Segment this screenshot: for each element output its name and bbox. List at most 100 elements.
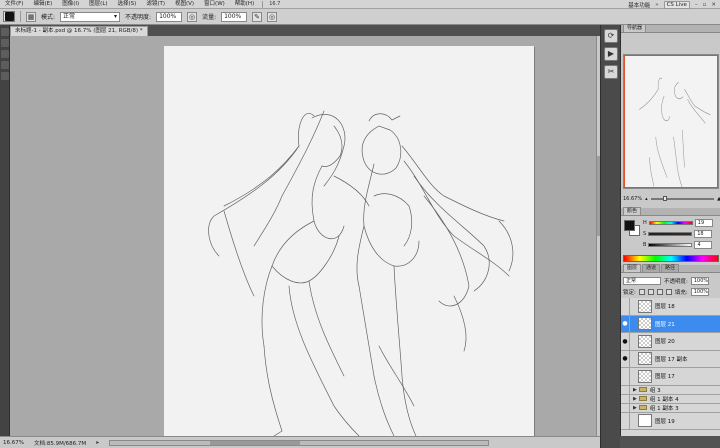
layer-opacity-field[interactable]: 100% [690, 276, 709, 285]
workspace-expand-icon[interactable]: » [655, 2, 658, 8]
marquee-tool-icon[interactable] [1, 39, 9, 47]
menu-window[interactable]: 窗口(W) [199, 0, 230, 9]
channel-h-label: H [643, 220, 647, 226]
layer-row[interactable]: ● 图层 21 [621, 315, 720, 333]
layer-row[interactable]: ● 图层 18 [621, 298, 720, 316]
menu-filter[interactable]: 滤镜(T) [141, 0, 170, 9]
layer-thumbnail[interactable] [638, 317, 652, 331]
tab-color[interactable]: 颜色 [623, 207, 642, 215]
visibility-eye-icon[interactable]: ● [621, 403, 630, 412]
tools-preset-icon[interactable]: ✂ [604, 65, 618, 79]
saturation-slider[interactable] [648, 232, 693, 236]
airbrush-icon[interactable]: ✎ [252, 11, 263, 22]
lock-all-icon[interactable] [665, 288, 672, 295]
visibility-eye-icon[interactable]: ● [621, 298, 630, 315]
lock-label: 锁定: [623, 289, 636, 296]
channel-s-value[interactable]: 18 [694, 230, 713, 238]
options-separator [20, 11, 21, 22]
brush-panel-icon[interactable]: ▦ [26, 11, 36, 22]
panel-dock: ⟳ ▶ ✂ [600, 25, 620, 448]
visibility-eye-icon[interactable]: ● [621, 394, 630, 403]
layer-thumbnail[interactable] [638, 352, 652, 366]
tab-layers[interactable]: 图层 [623, 264, 642, 272]
document-tab[interactable]: 未标题-1 - 副本.psd @ 16.7% (图层 21, RGB/8) * [10, 26, 148, 36]
layer-thumbnail[interactable] [638, 369, 652, 383]
hue-slider[interactable] [648, 221, 693, 225]
menu-view[interactable]: 视图(V) [170, 0, 199, 9]
layer-row[interactable]: ● 图层 20 [621, 333, 720, 351]
tab-channels[interactable]: 通道 [642, 264, 661, 272]
brightness-slider[interactable] [648, 243, 693, 247]
channel-b-value[interactable]: 4 [694, 241, 713, 249]
mode-select[interactable]: 正常 ▾ [60, 11, 121, 22]
zoom-out-icon[interactable]: ▴ [645, 196, 648, 202]
visibility-eye-icon[interactable]: ● [621, 385, 630, 394]
layer-group-row[interactable]: ●▶ 组 1 副本 4 [621, 394, 720, 404]
history-icon[interactable]: ⟳ [604, 29, 618, 43]
color-spectrum-bar[interactable] [623, 255, 719, 262]
zoom-slider-knob[interactable] [662, 196, 667, 201]
horizontal-scroll-thumb[interactable] [210, 440, 301, 445]
expand-triangle-icon[interactable]: ▶ [633, 405, 637, 411]
menu-image[interactable]: 图像(I) [57, 0, 84, 9]
lock-pixels-icon[interactable] [647, 288, 654, 295]
layer-row[interactable]: ● 图层 17 [621, 368, 720, 386]
menu-layer[interactable]: 图层(L) [84, 0, 112, 9]
expand-triangle-icon[interactable]: ▶ [633, 396, 637, 402]
channel-h-value[interactable]: 19 [694, 219, 713, 227]
blend-mode-select[interactable]: 正常 [623, 276, 661, 285]
actions-icon[interactable]: ▶ [604, 47, 618, 61]
zoom-level[interactable]: 16.7 [269, 1, 280, 7]
menu-edit[interactable]: 编辑(E) [28, 0, 57, 9]
restore-icon[interactable]: ▫ [703, 2, 707, 8]
navigator-zoom-row: 16.67% ▴ ▲ [621, 193, 720, 205]
visibility-eye-icon[interactable]: ● [621, 350, 630, 367]
layer-row[interactable]: ● 图层 19 [621, 412, 720, 430]
menu-help[interactable]: 帮助(H) [230, 0, 259, 9]
status-bar: 16.67% 文档:85.9M/686.7M ▸ [0, 436, 600, 448]
minimize-icon[interactable]: – [695, 2, 698, 8]
menu-select[interactable]: 选择(S) [113, 0, 142, 9]
navigator-zoom-value[interactable]: 16.67% [623, 196, 642, 202]
fill-field[interactable]: 100% [690, 287, 709, 296]
navigator-preview[interactable] [623, 54, 719, 189]
opacity-field[interactable]: 100% [156, 11, 183, 22]
layer-thumbnail[interactable] [638, 414, 652, 428]
status-menu-arrow-icon[interactable]: ▸ [96, 439, 99, 446]
move-tool-icon[interactable] [1, 28, 9, 36]
visibility-eye-icon[interactable]: ● [621, 368, 630, 385]
lock-position-icon[interactable] [656, 288, 663, 295]
navigator-zoom-slider[interactable] [650, 196, 715, 201]
visibility-eye-icon[interactable]: ● [621, 412, 630, 429]
drawing-canvas[interactable] [164, 46, 534, 436]
tab-navigator[interactable]: 导航器 [623, 24, 647, 32]
visibility-eye-icon[interactable]: ● [621, 333, 630, 350]
tool-preset-picker[interactable] [3, 11, 15, 22]
layer-group-row[interactable]: ●▶ 组 1 副本 3 [621, 403, 720, 413]
close-icon[interactable]: ✕ [711, 2, 716, 8]
lasso-tool-icon[interactable] [1, 50, 9, 58]
brush-tool-icon[interactable] [1, 61, 9, 69]
workspace-switcher[interactable]: 基本功能 [628, 1, 650, 9]
visibility-eye-icon[interactable]: ● [621, 315, 630, 332]
status-zoom[interactable]: 16.67% [3, 440, 24, 446]
tablet-pressure-opacity-icon[interactable]: ◎ [187, 11, 198, 22]
menu-separator [262, 0, 264, 8]
menu-file[interactable]: 文件(F) [0, 0, 28, 9]
layer-row[interactable]: ● 图层 17 副本 [621, 350, 720, 368]
layer-thumbnail[interactable] [638, 299, 652, 313]
eraser-tool-icon[interactable] [1, 72, 9, 80]
flow-field[interactable]: 100% [221, 11, 248, 22]
navigator-view-box[interactable] [624, 55, 718, 188]
layer-name: 图层 17 副本 [655, 356, 688, 363]
tools-panel [0, 25, 10, 448]
cs-live-button[interactable]: CS Live [663, 0, 690, 9]
lock-transparency-icon[interactable] [638, 288, 645, 295]
horizontal-scrollbar[interactable] [109, 439, 490, 446]
tab-paths[interactable]: 路径 [661, 264, 680, 272]
layer-group-row[interactable]: ●▶ 组 3 [621, 385, 720, 395]
expand-triangle-icon[interactable]: ▶ [633, 387, 637, 393]
foreground-color-swatch[interactable] [624, 220, 635, 231]
tablet-pressure-size-icon[interactable]: ◎ [267, 11, 278, 22]
layer-thumbnail[interactable] [638, 334, 652, 348]
